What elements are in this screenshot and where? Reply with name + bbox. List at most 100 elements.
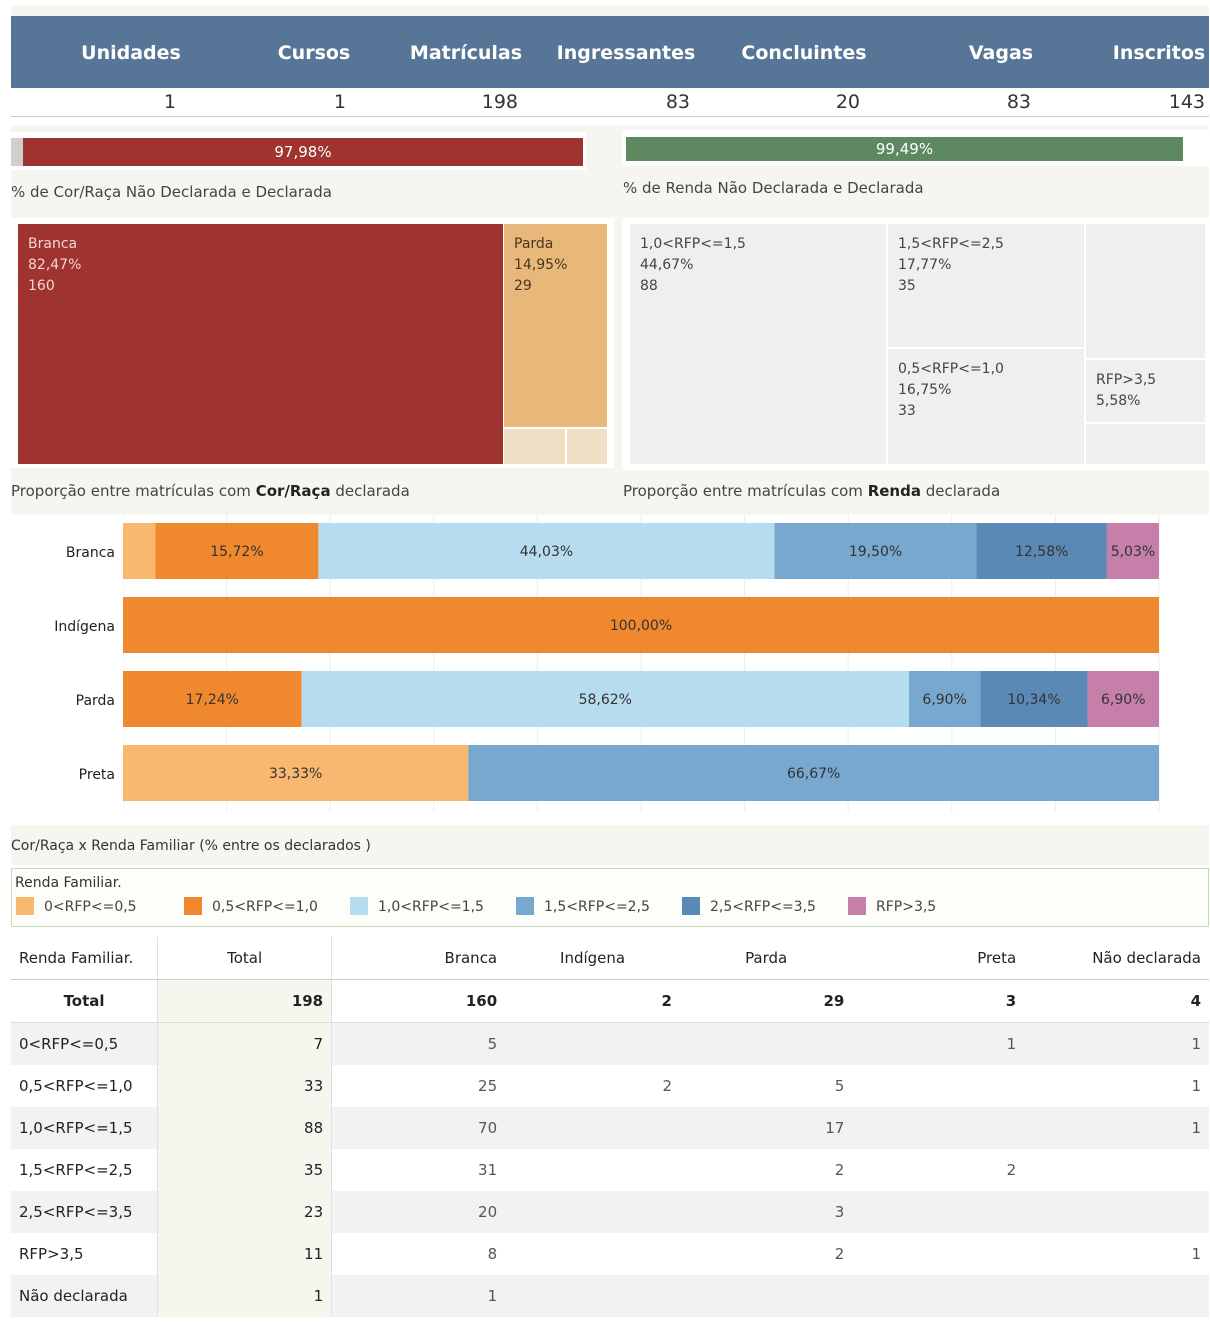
column-header[interactable]: Parda [679, 937, 853, 980]
income-treemap-cell-6[interactable] [1086, 424, 1205, 464]
table-cell: 198 [157, 979, 333, 1023]
kpi-values: 1 1 198 83 20 83 143 [11, 88, 1209, 117]
table-row: 2,5<RFP<=3,5 23 20 3 [11, 1191, 1209, 1233]
table-cell: 5 [331, 1022, 506, 1065]
category-label-indigena: Indígena [54, 619, 115, 635]
treemap-cell-count: 33 [898, 403, 916, 419]
kpi-header-concluintes: Concluintes [741, 42, 867, 64]
column-header[interactable]: Total [157, 937, 333, 980]
table-cell [1024, 1191, 1209, 1233]
crosstab-table: Renda Familiar. Total Branca Indígena Parda P… [11, 937, 1209, 1317]
table-row: 1,5<RFP<=2,5 35 31 2 2 [11, 1149, 1209, 1191]
table-cell [852, 1191, 1025, 1233]
table-header-row: Renda Familiar. Total Branca Indígena Parda P… [11, 937, 1209, 980]
treemap-cell-pct: 17,77% [898, 257, 952, 273]
income-treemap-cell-1[interactable]: 1,0<RFP<=1,5 44,67% 88 [630, 224, 886, 464]
data-label: 12,58% [1015, 544, 1068, 560]
data-label: 6,90% [1101, 692, 1145, 708]
caption-text: declarada [330, 482, 410, 500]
kpi-header-ingressantes: Ingressantes [556, 42, 696, 64]
kpi-value-cursos: 1 [333, 91, 346, 113]
legend-label: 1,5<RFP<=2,5 [544, 899, 650, 915]
data-label: 5,03% [1111, 544, 1155, 560]
table-cell [505, 1022, 680, 1065]
legend-swatch [516, 897, 534, 915]
kpi-value-inscritos: 143 [1168, 91, 1205, 113]
income-treemap-cell-5[interactable]: RFP>3,5 5,58% [1086, 360, 1205, 422]
table-cell: 1 [331, 1275, 506, 1317]
kpi-value-matriculas: 198 [481, 91, 518, 113]
race-treemap-cell-preta[interactable] [504, 429, 565, 464]
data-label: 66,67% [787, 766, 840, 782]
kpi-header-unidades: Unidades [81, 42, 181, 64]
table-cell [852, 1107, 1025, 1149]
table-cell [505, 1275, 680, 1317]
data-label: 44,03% [520, 544, 573, 560]
race-declared-label: 97,98% [274, 143, 332, 161]
treemap-cell-name: 1,5<RFP<=2,5 [898, 236, 1004, 252]
race-treemap-cell-indigena[interactable] [567, 429, 607, 464]
treemap-cell-name: 1,0<RFP<=1,5 [640, 236, 746, 252]
race-treemap-cell-parda[interactable]: Parda 14,95% 29 [504, 224, 607, 427]
income-declared-caption: % de Renda Não Declarada e Declarada [623, 179, 924, 197]
kpi-value-concluintes: 20 [835, 91, 860, 113]
column-header[interactable]: Indígena [505, 937, 680, 980]
table-cell: 8 [487, 1245, 498, 1263]
row-label: Total [11, 979, 159, 1023]
race-declared-caption: % de Cor/Raça Não Declarada e Declarada [11, 183, 332, 201]
row-label: 1,5<RFP<=2,5 [11, 1149, 159, 1191]
category-label-branca: Branca [65, 545, 115, 561]
treemap-cell-count: 35 [898, 278, 916, 294]
table-cell [505, 1107, 680, 1149]
caption-text: declarada [920, 482, 1001, 500]
race-treemap-cell-branca[interactable]: Branca 82,47% 160 [18, 224, 503, 464]
table-cell: 20 [331, 1191, 506, 1233]
column-header[interactable]: Renda Familiar. [11, 937, 159, 980]
column-header[interactable]: Não declarada [1024, 937, 1209, 980]
row-label: 2,5<RFP<=3,5 [11, 1191, 159, 1233]
column-header[interactable]: Preta [852, 937, 1025, 980]
table-cell [852, 1275, 1025, 1317]
kpi-value-ingressantes: 83 [665, 91, 690, 113]
row-label: 1,0<RFP<=1,5 [11, 1107, 159, 1149]
income-declared-label: 99,49% [875, 140, 934, 158]
treemap-cell-count: 29 [514, 278, 532, 294]
legend-swatch [16, 897, 34, 915]
column-header[interactable]: Branca [331, 937, 506, 980]
table-cell [505, 1233, 680, 1275]
kpi-header-cursos: Cursos [277, 42, 351, 64]
category-label-preta: Preta [78, 767, 115, 783]
caption-text: Proporção entre matrículas com [623, 482, 868, 500]
table-cell: 25 [478, 1077, 498, 1095]
table-cell: 2 [505, 979, 680, 1023]
caption-text: Proporção entre matrículas com [11, 482, 256, 500]
bar-segment-branca-0[interactable] [123, 523, 156, 579]
caption-bold: Renda [867, 482, 921, 500]
table-cell [1024, 1149, 1209, 1191]
category-label-parda: Parda [75, 693, 115, 709]
income-treemap-cell-4[interactable] [1086, 224, 1205, 358]
table-row: 0,5<RFP<=1,0 33 25 2 5 1 [11, 1065, 1209, 1107]
data-label: 6,90% [922, 692, 966, 708]
kpi-header-matriculas: Matrículas [409, 42, 523, 64]
legend-swatch [350, 897, 368, 915]
data-label: 17,24% [186, 692, 239, 708]
legend-label: RFP>3,5 [876, 899, 937, 915]
table-cell: 17 [679, 1107, 853, 1149]
table-row: 1,0<RFP<=1,5 88 70 17 1 [11, 1107, 1209, 1149]
income-treemap-cell-3[interactable]: 0,5<RFP<=1,0 16,75% 33 [888, 349, 1084, 464]
table-cell: 2 [834, 1161, 845, 1179]
table-cell: 35 [157, 1149, 333, 1191]
table-cell: 1 [1024, 1107, 1209, 1149]
legend-label: 0<RFP<=0,5 [44, 899, 137, 915]
table-cell [1024, 1275, 1209, 1317]
table-cell: 1 [1191, 1077, 1201, 1095]
treemap-cell-name: Parda [514, 236, 554, 252]
income-treemap-cell-2[interactable]: 1,5<RFP<=2,5 17,77% 35 [888, 224, 1084, 347]
race-treemap: Branca 82,47% 160 Parda 14,95% 29 [18, 224, 608, 464]
row-label: 0,5<RFP<=1,0 [11, 1065, 159, 1107]
legend-label: 2,5<RFP<=3,5 [710, 899, 816, 915]
income-declared-bar: 99,49% [626, 137, 1183, 161]
treemap-cell-pct: 14,95% [514, 257, 568, 273]
data-label: 33,33% [269, 766, 322, 782]
